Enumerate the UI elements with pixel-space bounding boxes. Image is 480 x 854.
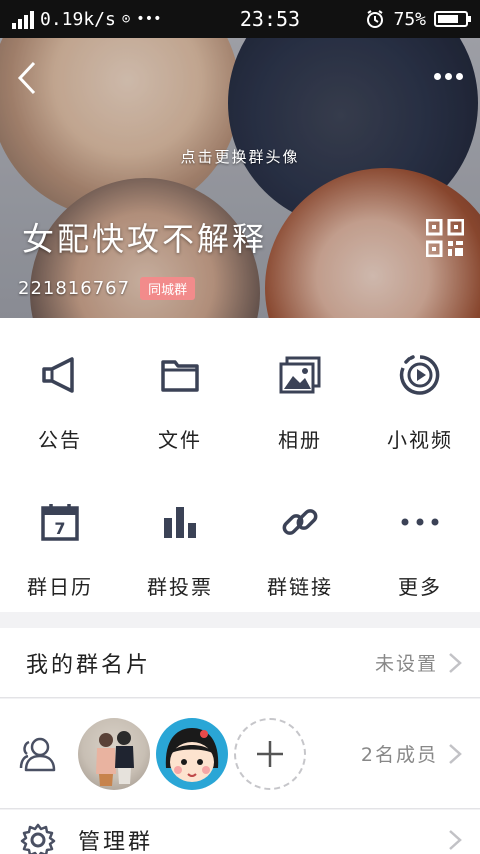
group-card-value: 未设置: [374, 653, 438, 675]
calendar-button[interactable]: 7 群日历: [0, 465, 120, 612]
manage-group-row[interactable]: 管理群: [0, 810, 480, 854]
calendar-day: 7: [54, 519, 65, 538]
chevron-right-icon: [449, 652, 462, 673]
my-group-card-row[interactable]: 我的群名片 未设置: [0, 628, 480, 698]
member-avatar[interactable]: [156, 717, 228, 790]
more-options-button[interactable]: [428, 64, 468, 88]
calendar-icon: 7: [41, 504, 79, 541]
members-icon: [19, 737, 56, 771]
short-video-button[interactable]: 小视频: [360, 318, 480, 465]
chevron-right-icon: [449, 830, 462, 850]
calendar-label: 群日历: [27, 575, 93, 599]
status-time: 23:53: [239, 7, 301, 31]
alarm-icon: [367, 10, 384, 28]
network-speed: 0.19k/s: [40, 8, 116, 30]
my-group-card-title: 我的群名片: [26, 652, 152, 678]
megaphone-icon: [42, 357, 74, 393]
album-label: 相册: [278, 428, 322, 452]
album-button[interactable]: 相册: [240, 318, 360, 465]
city-group-badge: 同城群: [140, 277, 196, 300]
vote-icon: [164, 507, 196, 538]
video-icon: [399, 355, 440, 395]
more-dots-icon: [433, 72, 441, 80]
battery-icon: [434, 11, 471, 27]
group-functions-grid: 公告 文件 相册 小视频 7 群日历 群投票 群链接 更多: [0, 318, 480, 612]
more-notifications-icon: •••: [136, 11, 162, 27]
add-member-button[interactable]: [234, 717, 306, 790]
group-header: 点击更换群头像 女配快攻不解释 221816767 同城群: [0, 38, 480, 318]
group-link-button[interactable]: 群链接: [240, 465, 360, 612]
more-functions-button[interactable]: 更多: [360, 465, 480, 612]
manage-group-title: 管理群: [78, 830, 154, 854]
status-bar: 0.19k/s ⊙ ••• 23:53 75%: [0, 0, 480, 38]
gear-icon: [20, 823, 56, 854]
members-row[interactable]: 2名成员: [0, 699, 480, 809]
group-id: 221816767: [18, 278, 131, 299]
back-button[interactable]: [12, 58, 42, 98]
link-icon: [282, 509, 318, 535]
signal-icon: [12, 9, 34, 29]
member-count: 2名成员: [360, 744, 438, 766]
more-functions-label: 更多: [398, 575, 442, 599]
folder-icon: [161, 360, 199, 392]
announcement-button[interactable]: 公告: [0, 318, 120, 465]
plus-icon: [257, 740, 283, 767]
files-label: 文件: [158, 428, 202, 452]
files-button[interactable]: 文件: [120, 318, 240, 465]
qr-code-icon: [425, 218, 465, 258]
announcement-label: 公告: [38, 428, 82, 452]
more-dots-icon: [401, 518, 439, 526]
battery-percent: 75%: [393, 8, 426, 30]
short-video-label: 小视频: [387, 428, 453, 452]
album-icon: [279, 356, 321, 394]
vote-button[interactable]: 群投票: [120, 465, 240, 612]
group-link-label: 群链接: [267, 575, 333, 599]
chevron-right-icon: [449, 743, 462, 764]
sync-icon: ⊙: [121, 11, 131, 27]
vote-label: 群投票: [147, 575, 213, 599]
back-arrow-icon: [17, 61, 36, 95]
qr-code-button[interactable]: [425, 218, 465, 258]
member-avatar[interactable]: [78, 717, 150, 790]
change-avatar-hint[interactable]: 点击更换群头像: [0, 146, 480, 167]
group-name: 女配快攻不解释: [22, 220, 268, 258]
